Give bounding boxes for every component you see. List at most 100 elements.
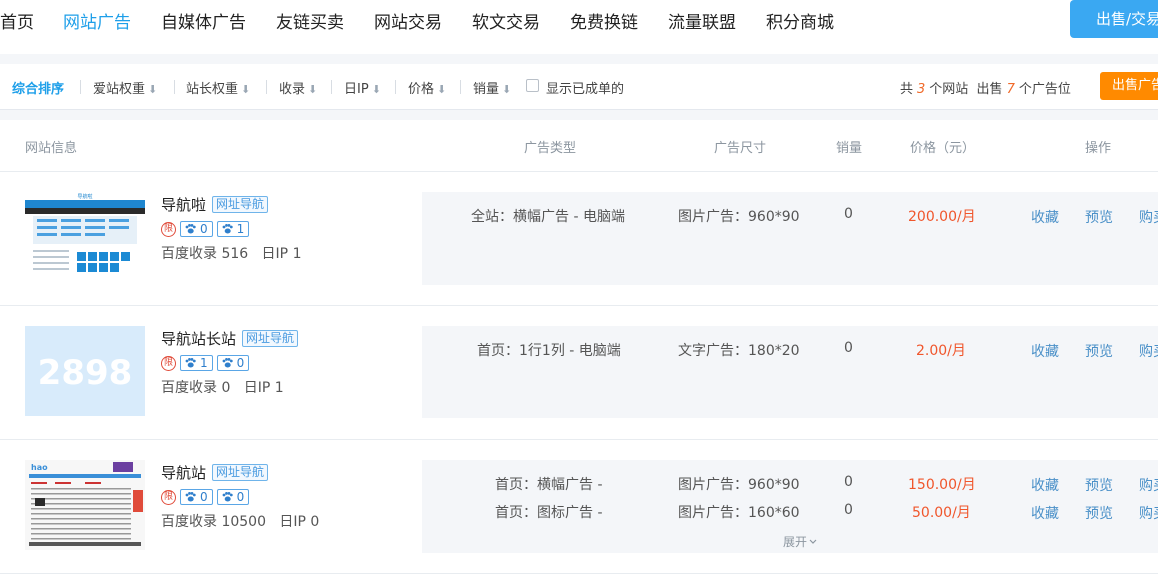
ad-size: 图片广告：160*60: [678, 505, 800, 521]
sell-trade-button[interactable]: 出售/交易: [1070, 0, 1158, 38]
arrow-down-icon: ⬇: [241, 83, 251, 96]
nav-item-link-trade[interactable]: 友链买卖: [276, 8, 344, 33]
favorite-link[interactable]: 收藏: [1031, 207, 1059, 227]
favorite-link[interactable]: 收藏: [1031, 503, 1059, 523]
chevron-down-icon: [809, 539, 817, 544]
nav-item-traffic[interactable]: 流量联盟: [668, 8, 736, 33]
ad-type: 全站：横幅广告 - 电脑端: [471, 209, 625, 225]
weight-badges: 限00: [161, 489, 250, 505]
svg-text:hao: hao: [31, 463, 48, 472]
buy-link[interactable]: 购买: [1139, 503, 1158, 523]
baidu-weight-badge: 0: [180, 489, 213, 505]
weight-badges: 限10: [161, 355, 250, 371]
site-name[interactable]: 导航站长站 网址导航: [161, 328, 299, 349]
ad-type: 首页：1行1列 - 电脑端: [477, 343, 621, 359]
arrow-down-icon: ⬇: [371, 83, 381, 96]
ad-sales: 0: [844, 206, 853, 222]
preview-link[interactable]: 预览: [1085, 341, 1113, 361]
header-price: 价格（元）: [910, 141, 976, 156]
site-thumbnail[interactable]: hao: [25, 460, 145, 550]
ad-sales: 0: [844, 474, 853, 490]
ad-type: 首页：图标广告 -: [495, 505, 603, 521]
nav-item-home[interactable]: 首页: [0, 8, 34, 33]
arrow-down-icon: ⬇: [502, 83, 512, 96]
page: 首页 网站广告 自媒体广告 友链买卖 网站交易 软文交易 免费换链 流量联盟 积…: [0, 0, 1158, 576]
paw-icon: [185, 492, 196, 502]
ad-size: 图片广告：960*90: [678, 209, 800, 225]
favorite-link[interactable]: 收藏: [1031, 475, 1059, 495]
paw-icon: [222, 492, 233, 502]
site-stats: 百度收录 516 日IP 1: [161, 246, 302, 262]
ad-slot-panel: 首页：横幅广告 - 图片广告：960*90 0 150.00/月 收藏 预览 购…: [422, 460, 1158, 553]
divider: [0, 305, 1158, 306]
baidu-weight-badge: 1: [180, 355, 213, 371]
divider: [460, 80, 461, 94]
divider: [80, 80, 81, 94]
expand-toggle[interactable]: 展开: [783, 533, 817, 550]
divider: [0, 171, 1158, 172]
divider: [174, 80, 175, 94]
buy-link[interactable]: 购买: [1139, 207, 1158, 227]
filter-bar: 综合排序 爱站权重 ⬇ 站长权重 ⬇ 收录 ⬇ 日IP ⬇ 价格 ⬇ 销量 ⬇ 显示已成单的…: [0, 64, 1158, 110]
arrow-down-icon: ⬇: [308, 83, 318, 96]
nav-item-media-ads[interactable]: 自媒体广告: [161, 8, 246, 33]
paw-icon: [185, 358, 196, 368]
favorite-link[interactable]: 收藏: [1031, 341, 1059, 361]
site-screenshot-image: 2898: [25, 326, 145, 416]
site-screenshot-image: hao: [25, 460, 145, 550]
divider: [395, 80, 396, 94]
ad-sales: 0: [844, 502, 853, 518]
show-sold-label: 显示已成单的: [546, 82, 625, 97]
ad-price: 200.00/月: [908, 209, 976, 225]
nav-item-site-trade[interactable]: 网站交易: [374, 8, 442, 33]
ad-price: 50.00/月: [912, 505, 971, 521]
site-name[interactable]: 导航啦 网址导航: [161, 194, 269, 215]
top-nav: 首页 网站广告 自媒体广告 友链买卖 网站交易 软文交易 免费换链 流量联盟 积…: [0, 0, 1158, 54]
divider: [266, 80, 267, 94]
preview-link[interactable]: 预览: [1085, 475, 1113, 495]
ad-price: 2.00/月: [916, 343, 966, 359]
sort-zhanzhang-weight[interactable]: 站长权重 ⬇: [186, 78, 250, 97]
site-stats: 百度收录 10500 日IP 0: [161, 514, 320, 530]
category-tag: 网址导航: [212, 464, 269, 481]
nav-item-site-ads[interactable]: 网站广告: [63, 8, 131, 33]
paw-icon: [222, 358, 233, 368]
category-tag: 网址导航: [242, 330, 299, 347]
sort-daily-ip[interactable]: 日IP ⬇: [344, 78, 381, 97]
header-site-info: 网站信息: [25, 141, 78, 156]
nav-item-free-link[interactable]: 免费换链: [570, 8, 638, 33]
preview-link[interactable]: 预览: [1085, 207, 1113, 227]
sort-aizhan-weight[interactable]: 爱站权重 ⬇: [93, 78, 157, 97]
paw-icon: [185, 224, 196, 234]
divider: [0, 439, 1158, 440]
sort-overall[interactable]: 综合排序: [12, 78, 64, 97]
svg-text:2898: 2898: [38, 353, 133, 393]
ad-size: 图片广告：960*90: [678, 477, 800, 493]
header-ad-type: 广告类型: [524, 141, 577, 156]
weight-badges: 限01: [161, 221, 250, 237]
nav-item-points-mall[interactable]: 积分商城: [766, 8, 834, 33]
arrow-down-icon: ⬇: [148, 83, 158, 96]
ad-price: 150.00/月: [908, 477, 976, 493]
buy-link[interactable]: 购买: [1139, 341, 1158, 361]
baidu-weight-badge: 0: [180, 221, 213, 237]
mobile-weight-badge: 0: [216, 489, 250, 505]
sell-ad-button[interactable]: 出售广告: [1100, 72, 1158, 100]
header-ad-size: 广告尺寸: [714, 141, 767, 156]
nav-item-article-trade[interactable]: 软文交易: [472, 8, 540, 33]
site-thumbnail[interactable]: 2898: [25, 326, 145, 416]
show-sold-checkbox[interactable]: [526, 79, 539, 92]
header-operations: 操作: [1085, 141, 1112, 156]
buy-link[interactable]: 购买: [1139, 475, 1158, 495]
header-sales: 销量: [836, 141, 863, 156]
sort-price[interactable]: 价格 ⬇: [408, 78, 446, 97]
site-name[interactable]: 导航站 网址导航: [161, 462, 269, 483]
site-thumbnail[interactable]: 导航啦: [25, 192, 145, 282]
category-tag: 网址导航: [212, 196, 269, 213]
preview-link[interactable]: 预览: [1085, 503, 1113, 523]
sort-indexed[interactable]: 收录 ⬇: [279, 78, 317, 97]
no-restriction-icon: 限: [161, 355, 176, 371]
mobile-weight-badge: 0: [216, 355, 250, 371]
arrow-down-icon: ⬇: [437, 83, 447, 96]
sort-sales[interactable]: 销量 ⬇: [473, 78, 511, 97]
